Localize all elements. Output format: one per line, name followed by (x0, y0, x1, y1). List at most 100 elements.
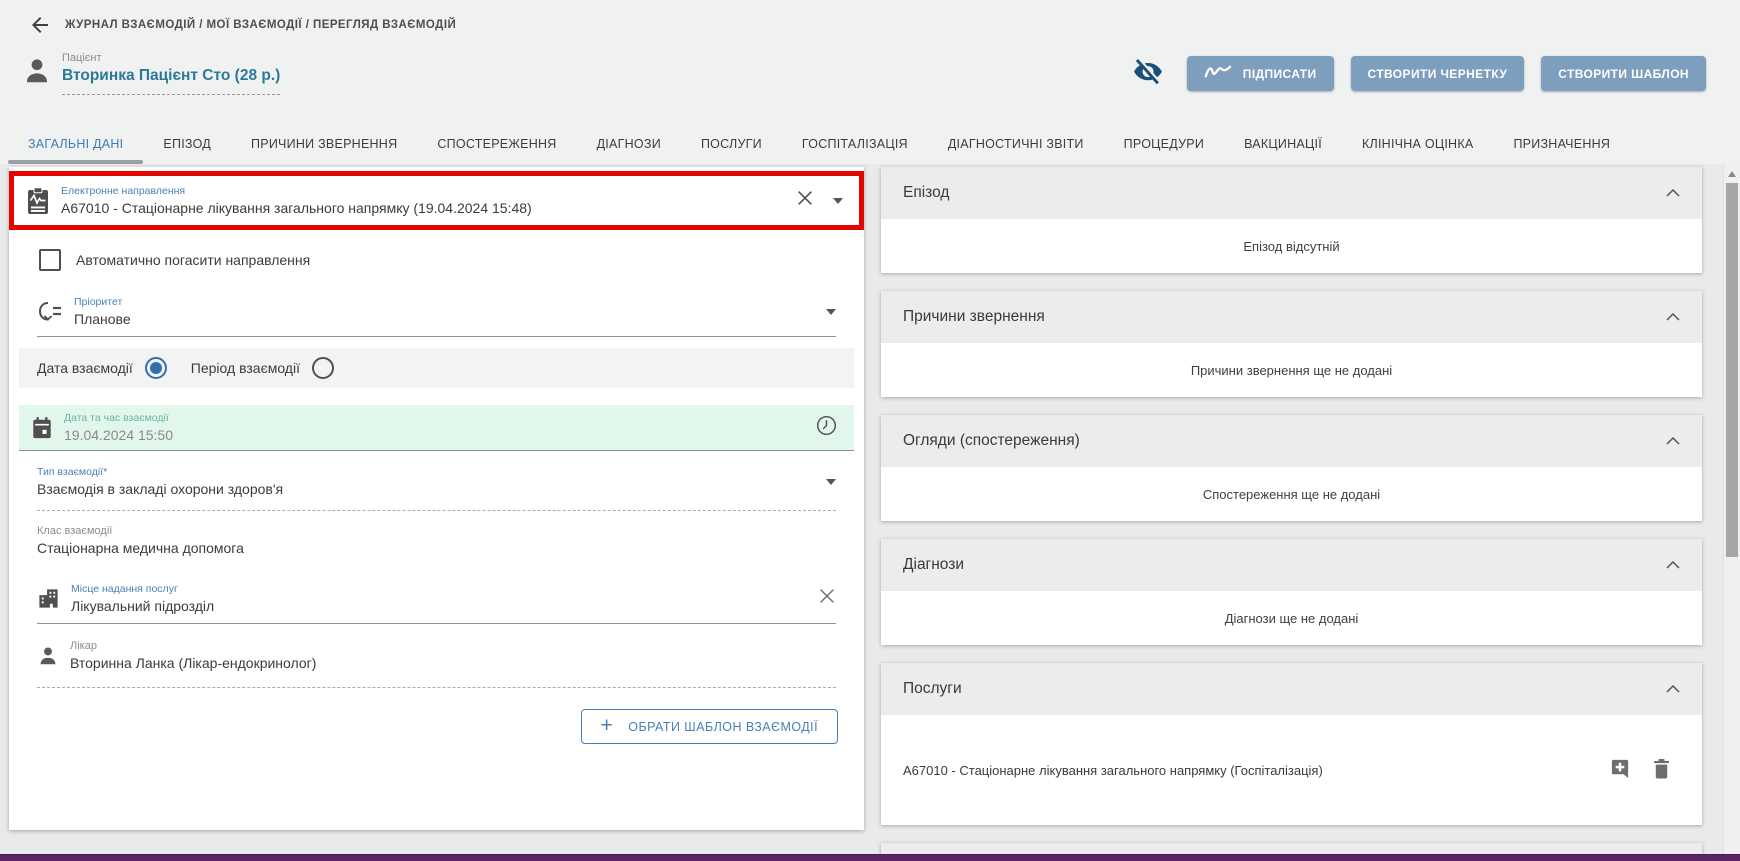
clear-location-button[interactable] (818, 587, 836, 610)
create-template-button[interactable]: СТВОРИТИ ШАБЛОН (1541, 56, 1706, 91)
patient-info[interactable]: Пацієнт Вторинка Пацієнт Сто (28 р.) (62, 52, 280, 95)
tab-diahnozy[interactable]: ДІАГНОЗИ (577, 124, 681, 164)
interaction-class-value: Стаціонарна медична допомога (37, 540, 836, 556)
section-episode-body: Епізод відсутній (881, 219, 1702, 273)
section-episode-header[interactable]: Епізод (881, 167, 1702, 219)
tab-zahalni-dani[interactable]: ЗАГАЛЬНІ ДАНІ (8, 124, 143, 164)
clear-referral-button[interactable] (796, 189, 814, 212)
back-button[interactable] (28, 13, 52, 37)
tab-pryznachennia[interactable]: ПРИЗНАЧЕННЯ (1493, 124, 1630, 164)
tab-protsedury[interactable]: ПРОЦЕДУРИ (1104, 124, 1224, 164)
section-episode-title: Епізод (903, 184, 949, 202)
content-area: Електронне направлення А67010 - Стаціона… (0, 164, 1740, 861)
tab-vaktsynatsii[interactable]: ВАКЦИНАЦІЇ (1224, 124, 1342, 164)
tab-klinichna-otsinka[interactable]: КЛІНІЧНА ОЦІНКА (1342, 124, 1493, 164)
tab-prychyny-zvernennia[interactable]: ПРИЧИНИ ЗВЕРНЕННЯ (231, 124, 417, 164)
datetime-value: 19.04.2024 15:50 (64, 427, 815, 443)
referral-caret-down-icon[interactable] (833, 198, 843, 204)
ereferral-text: Електронне направлення А67010 - Стаціона… (61, 185, 796, 216)
diagnoses-empty-text: Діагнози ще не додані (1225, 611, 1359, 626)
priority-label: Пріоритет (74, 296, 826, 308)
priority-value: Планове (74, 311, 826, 327)
chevron-up-icon[interactable] (1666, 189, 1680, 197)
priority-icon (37, 300, 63, 324)
section-diagnoses: Діагнози Діагнози ще не додані (881, 539, 1702, 645)
tab-sposterezhennia[interactable]: СПОСТЕРЕЖЕННЯ (417, 124, 576, 164)
tab-epizod[interactable]: ЕПІЗОД (143, 124, 231, 164)
service-row: А67010 - Стаціонарне лікування загальног… (881, 715, 1702, 825)
section-reasons-header[interactable]: Причини звернення (881, 291, 1702, 343)
radio-option-period[interactable]: Період взаємодії (191, 357, 334, 379)
add-service-note-button[interactable] (1610, 758, 1631, 782)
create-draft-label: СТВОРИТИ ЧЕРНЕТКУ (1368, 67, 1508, 81)
chevron-up-icon[interactable] (1666, 561, 1680, 569)
hide-panel-button[interactable] (1132, 56, 1164, 91)
sign-button-label: ПІДПИСАТИ (1243, 67, 1317, 81)
chevron-up-icon[interactable] (1666, 685, 1680, 693)
choose-template-button[interactable]: + ОБРАТИ ШАБЛОН ВЗАЄМОДІЇ (581, 709, 838, 744)
interaction-type-text: Тип взаємодії* Взаємодія в закладі охоро… (37, 466, 826, 497)
section-observations: Огляди (спостереження) Спостереження ще … (881, 415, 1702, 521)
datetime-label: Дата та час взаємодії (64, 412, 815, 424)
chevron-up-icon[interactable] (1666, 437, 1680, 445)
app-root: ЖУРНАЛ ВЗАЄМОДІЙ / МОЇ ВЗАЄМОДІЇ / ПЕРЕГ… (0, 0, 1740, 164)
top-header: ЖУРНАЛ ВЗАЄМОДІЙ / МОЇ ВЗАЄМОДІЇ / ПЕРЕГ… (0, 0, 1740, 124)
priority-field[interactable]: Пріоритет Планове (37, 296, 836, 337)
auto-repay-checkbox-row[interactable]: Автоматично погасити направлення (39, 249, 864, 271)
ereferral-label: Електронне направлення (61, 185, 796, 197)
section-diagnoses-header[interactable]: Діагнози (881, 539, 1702, 591)
breadcrumb[interactable]: ЖУРНАЛ ВЗАЄМОДІЙ / МОЇ ВЗАЄМОДІЇ / ПЕРЕГ… (65, 19, 456, 31)
interaction-class-text: Клас взаємодії Стаціонарна медична допом… (37, 525, 836, 556)
clock-icon (815, 414, 838, 442)
signature-icon (1204, 65, 1232, 82)
tab-diahnostychni-zvity[interactable]: ДІАГНОСТИЧНІ ЗВІТИ (928, 124, 1104, 164)
section-observations-body: Спостереження ще не додані (881, 467, 1702, 521)
create-draft-button[interactable]: СТВОРИТИ ЧЕРНЕТКУ (1351, 56, 1525, 91)
auto-repay-checkbox[interactable] (39, 249, 61, 271)
tab-posluhy[interactable]: ПОСЛУГИ (681, 124, 782, 164)
eye-off-icon (1132, 56, 1164, 91)
priority-caret-down-icon[interactable] (826, 309, 836, 315)
vertical-scrollbar[interactable] (1723, 164, 1740, 861)
time-picker-button[interactable] (815, 414, 838, 442)
service-location-text: Місце надання послуг Лікувальний підрозд… (71, 583, 818, 614)
section-diagnoses-title: Діагнози (903, 556, 964, 574)
chevron-up-icon[interactable] (1666, 313, 1680, 321)
radio-option-period-label: Період взаємодії (191, 360, 300, 376)
calendar-icon (31, 416, 53, 440)
building-icon (37, 587, 60, 610)
breadcrumb-row: ЖУРНАЛ ВЗАЄМОДІЙ / МОЇ ВЗАЄМОДІЇ / ПЕРЕГ… (0, 12, 1740, 38)
tab-bar: ЗАГАЛЬНІ ДАНІ ЕПІЗОД ПРИЧИНИ ЗВЕРНЕННЯ С… (0, 124, 1740, 164)
section-services-header[interactable]: Послуги (881, 663, 1702, 715)
radio-option-date[interactable]: Дата взаємодії (37, 357, 167, 379)
ereferral-value: А67010 - Стаціонарне лікування загальног… (61, 200, 796, 216)
section-reasons-title: Причини звернення (903, 308, 1045, 326)
tab-hospitalizatsiia[interactable]: ГОСПІТАЛІЗАЦІЯ (782, 124, 928, 164)
service-row-actions (1610, 758, 1672, 782)
type-caret-down-icon[interactable] (826, 479, 836, 485)
radio-date-selected[interactable] (145, 357, 167, 379)
scrollbar-thumb[interactable] (1726, 183, 1738, 557)
section-services: Послуги А67010 - Стаціонарне лікування з… (881, 663, 1702, 825)
reasons-empty-text: Причини звернення ще не додані (1191, 363, 1392, 378)
doctor-field[interactable]: Лікар Вторинна Ланка (Лікар-ендокринолог… (37, 640, 836, 688)
x-close-icon (796, 189, 814, 212)
interaction-type-field[interactable]: Тип взаємодії* Взаємодія в закладі охоро… (37, 466, 836, 511)
interaction-type-label: Тип взаємодії* (37, 466, 826, 478)
radio-period-unselected[interactable] (312, 357, 334, 379)
section-observations-header[interactable]: Огляди (спостереження) (881, 415, 1702, 467)
radio-option-date-label: Дата взаємодії (37, 360, 133, 376)
section-observations-title: Огляди (спостереження) (903, 432, 1080, 450)
interaction-class-label: Клас взаємодії (37, 525, 836, 537)
datetime-text: Дата та час взаємодії 19.04.2024 15:50 (64, 412, 815, 443)
service-location-value: Лікувальний підрозділ (71, 598, 818, 614)
sign-button[interactable]: ПІДПИСАТИ (1187, 56, 1334, 91)
delete-service-button[interactable] (1651, 758, 1672, 782)
datetime-field[interactable]: Дата та час взаємодії 19.04.2024 15:50 (19, 405, 854, 451)
ereferral-field[interactable]: Електронне направлення А67010 - Стаціона… (9, 171, 864, 230)
interaction-class-field: Клас взаємодії Стаціонарна медична допом… (37, 525, 836, 556)
priority-text: Пріоритет Планове (74, 296, 826, 327)
service-location-field[interactable]: Місце надання послуг Лікувальний підрозд… (37, 583, 836, 624)
scrollbar-up-arrow[interactable] (1728, 171, 1736, 177)
trash-icon (1651, 758, 1672, 782)
